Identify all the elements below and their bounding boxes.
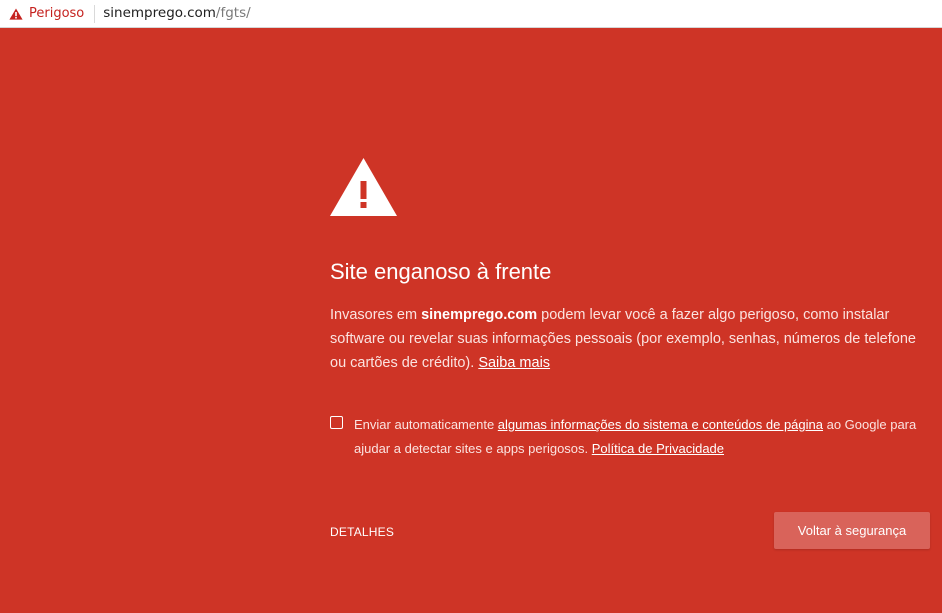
warning-description: Invasores em sinemprego.com podem levar … (330, 303, 930, 375)
privacy-policy-link[interactable]: Política de Privacidade (592, 441, 724, 456)
back-to-safety-button[interactable]: Voltar à segurança (774, 512, 930, 549)
details-button[interactable]: DETALHES (330, 522, 394, 542)
desc-prefix: Invasores em (330, 307, 422, 323)
desc-site: sinemprego.com (421, 307, 538, 323)
page-title: Site enganoso à frente (330, 259, 552, 284)
security-label: Perigoso (29, 6, 85, 21)
learn-more-link[interactable]: Saiba mais (478, 355, 550, 371)
system-info-link[interactable]: algumas informações do sistema e conteúd… (498, 417, 823, 432)
warning-icon (330, 158, 397, 216)
report-checkbox[interactable] (330, 416, 343, 429)
security-indicator[interactable]: Perigoso (0, 4, 96, 23)
opt-prefix: Enviar automaticamente (354, 417, 498, 432)
opt-in-text: Enviar automaticamente algumas informaçõ… (354, 413, 924, 461)
url-path: /fgts/ (215, 4, 251, 21)
url-host: sinemprego.com (103, 4, 216, 21)
address-bar[interactable]: Perigoso sinemprego.com/fgts/ (0, 0, 942, 28)
warning-triangle-icon (9, 8, 23, 20)
url-text[interactable]: sinemprego.com/fgts/ (103, 4, 251, 21)
